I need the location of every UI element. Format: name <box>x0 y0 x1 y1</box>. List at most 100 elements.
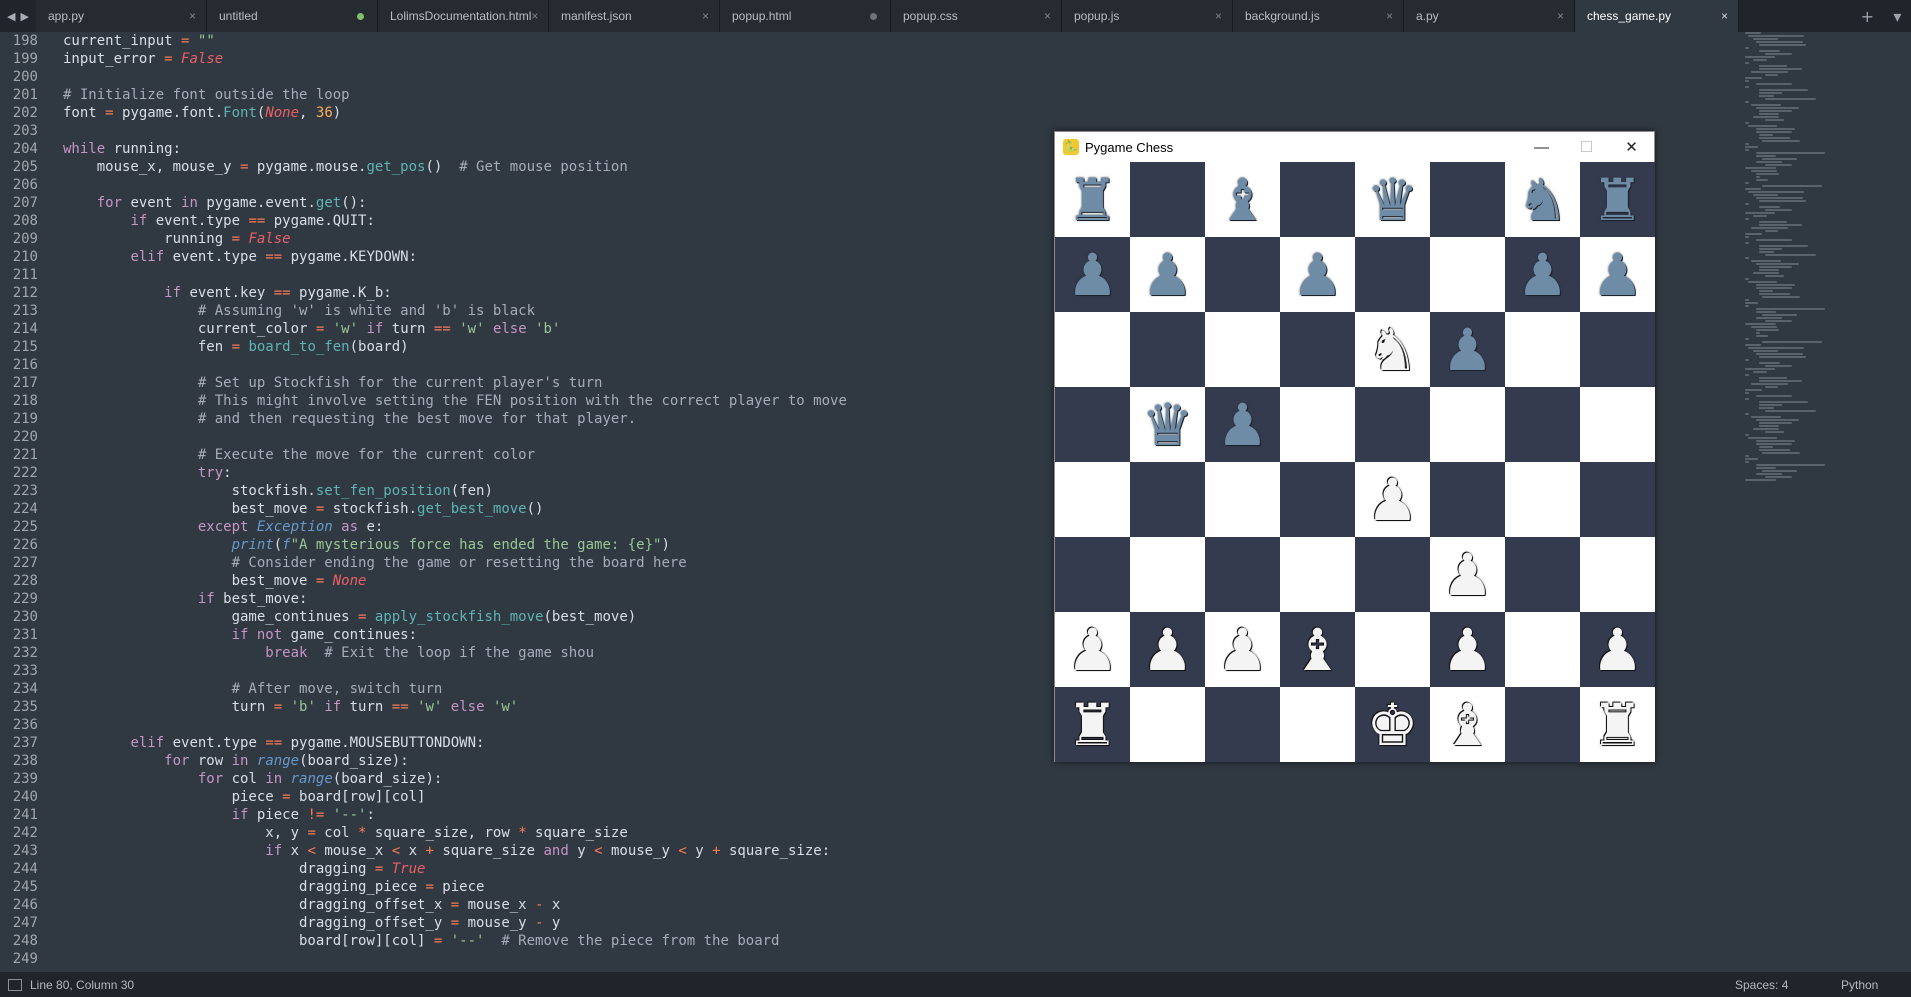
board-square[interactable] <box>1055 537 1130 612</box>
board-square[interactable]: ♟ <box>1580 237 1655 312</box>
board-square[interactable]: ♟ <box>1430 537 1505 612</box>
tab-close-icon[interactable]: × <box>531 9 538 23</box>
code-text[interactable]: dragging = True <box>38 860 425 878</box>
board-square[interactable] <box>1205 312 1280 387</box>
code-text[interactable]: x, y = col * square_size, row * square_s… <box>38 824 628 842</box>
board-square[interactable] <box>1205 237 1280 312</box>
board-square[interactable]: ♟ <box>1505 237 1580 312</box>
code-text[interactable]: current_input = "" <box>38 32 215 50</box>
black-pawn-icon[interactable]: ♟ <box>1517 246 1569 304</box>
board-square[interactable] <box>1505 537 1580 612</box>
board-square[interactable]: ♜ <box>1055 162 1130 237</box>
maximize-button[interactable]: ☐ <box>1564 138 1609 156</box>
tab-manifest-json[interactable]: manifest.json × <box>549 0 720 32</box>
code-text[interactable]: print(f"A mysterious force has ended the… <box>38 536 670 554</box>
code-text[interactable]: if best_move: <box>38 590 308 608</box>
code-line[interactable]: 242 x, y = col * square_size, row * squa… <box>0 824 1740 842</box>
indentation-setting[interactable]: Spaces: 4 <box>1735 978 1841 992</box>
code-line[interactable]: 200 <box>0 68 1740 86</box>
black-pawn-icon[interactable]: ♟ <box>1592 246 1644 304</box>
code-text[interactable] <box>38 266 63 284</box>
code-text[interactable]: if x < mouse_x < x + square_size and y <… <box>38 842 830 860</box>
black-bishop-icon[interactable]: ♝ <box>1217 171 1269 229</box>
white-pawn-icon[interactable]: ♟ <box>1592 621 1644 679</box>
code-text[interactable]: game_continues = apply_stockfish_move(be… <box>38 608 637 626</box>
code-text[interactable]: input_error = False <box>38 50 223 68</box>
board-square[interactable]: ♚ <box>1355 687 1430 762</box>
code-line[interactable]: 249 <box>0 950 1740 968</box>
black-knight-icon[interactable]: ♞ <box>1517 171 1569 229</box>
board-square[interactable] <box>1130 312 1205 387</box>
code-text[interactable]: dragging_piece = piece <box>38 878 484 896</box>
board-square[interactable] <box>1130 162 1205 237</box>
board-square[interactable] <box>1505 687 1580 762</box>
board-square[interactable] <box>1430 387 1505 462</box>
code-line[interactable]: 243 if x < mouse_x < x + square_size and… <box>0 842 1740 860</box>
code-line[interactable]: 241 if piece != '--': <box>0 806 1740 824</box>
board-square[interactable]: ♟ <box>1205 612 1280 687</box>
tab-untitled[interactable]: untitled <box>207 0 378 32</box>
panel-toggle-icon[interactable] <box>8 978 22 991</box>
tab-close-icon[interactable]: × <box>1044 9 1051 23</box>
board-square[interactable]: ♝ <box>1430 687 1505 762</box>
board-square[interactable]: ♟ <box>1055 237 1130 312</box>
board-square[interactable] <box>1280 462 1355 537</box>
tab-popup-js[interactable]: popup.js × <box>1062 0 1233 32</box>
code-text[interactable]: break # Exit the loop if the game shou <box>38 644 594 662</box>
code-text[interactable]: # Consider ending the game or resetting … <box>38 554 687 572</box>
code-text[interactable] <box>38 662 63 680</box>
board-square[interactable] <box>1505 462 1580 537</box>
board-square[interactable] <box>1580 387 1655 462</box>
board-square[interactable]: ♝ <box>1205 162 1280 237</box>
white-pawn-icon[interactable]: ♟ <box>1067 621 1119 679</box>
white-knight-icon[interactable]: ♞ <box>1367 321 1419 379</box>
tab-background-js[interactable]: background.js × <box>1233 0 1404 32</box>
code-text[interactable]: dragging_offset_y = mouse_y - y <box>38 914 560 932</box>
board-square[interactable]: ♟ <box>1430 312 1505 387</box>
code-line[interactable]: 199 input_error = False <box>0 50 1740 68</box>
tab-close-icon[interactable]: × <box>1557 9 1564 23</box>
board-square[interactable]: ♞ <box>1355 312 1430 387</box>
code-text[interactable]: board[row][col] = '--' # Remove the piec… <box>38 932 779 950</box>
board-square[interactable]: ♞ <box>1505 162 1580 237</box>
code-line[interactable]: 240 piece = board[row][col] <box>0 788 1740 806</box>
cursor-position[interactable]: Line 80, Column 30 <box>30 978 1735 992</box>
black-pawn-icon[interactable]: ♟ <box>1067 246 1119 304</box>
board-square[interactable] <box>1355 237 1430 312</box>
code-line[interactable]: 245 dragging_piece = piece <box>0 878 1740 896</box>
board-square[interactable]: ♟ <box>1280 237 1355 312</box>
tab-close-icon[interactable]: × <box>1386 9 1393 23</box>
code-line[interactable]: 246 dragging_offset_x = mouse_x - x <box>0 896 1740 914</box>
code-text[interactable]: elif event.type == pygame.KEYDOWN: <box>38 248 417 266</box>
tab-close-icon[interactable]: × <box>189 9 196 23</box>
code-text[interactable]: fen = board_to_fen(board) <box>38 338 409 356</box>
code-line[interactable]: 239 for col in range(board_size): <box>0 770 1740 788</box>
board-square[interactable] <box>1355 612 1430 687</box>
white-rook-icon[interactable]: ♜ <box>1067 696 1119 754</box>
board-square[interactable] <box>1580 462 1655 537</box>
board-square[interactable] <box>1205 687 1280 762</box>
code-text[interactable]: font = pygame.font.Font(None, 36) <box>38 104 341 122</box>
board-square[interactable] <box>1280 162 1355 237</box>
white-bishop-icon[interactable]: ♝ <box>1292 621 1344 679</box>
code-text[interactable]: # Set up Stockfish for the current playe… <box>38 374 603 392</box>
tab-close-icon[interactable]: × <box>1215 9 1222 23</box>
code-text[interactable] <box>38 950 63 968</box>
board-square[interactable] <box>1505 612 1580 687</box>
board-square[interactable]: ♟ <box>1055 612 1130 687</box>
code-text[interactable] <box>38 68 63 86</box>
code-text[interactable]: try: <box>38 464 232 482</box>
back-arrow-icon[interactable]: ◀ <box>7 10 15 23</box>
board-square[interactable]: ♟ <box>1355 462 1430 537</box>
tab-a-py[interactable]: a.py × <box>1404 0 1575 32</box>
code-text[interactable]: if piece != '--': <box>38 806 375 824</box>
black-pawn-icon[interactable]: ♟ <box>1292 246 1344 304</box>
tab-lolimsdocumentation-html[interactable]: LolimsDocumentation.html × <box>378 0 549 32</box>
code-text[interactable]: best_move = stockfish.get_best_move() <box>38 500 544 518</box>
code-text[interactable]: if event.key == pygame.K_b: <box>38 284 392 302</box>
window-titlebar[interactable]: 🐍 Pygame Chess — ☐ ✕ <box>1055 132 1654 162</box>
board-square[interactable]: ♟ <box>1130 612 1205 687</box>
new-tab-icon[interactable]: + <box>1861 7 1874 26</box>
code-text[interactable]: # After move, switch turn <box>38 680 443 698</box>
board-square[interactable] <box>1055 387 1130 462</box>
